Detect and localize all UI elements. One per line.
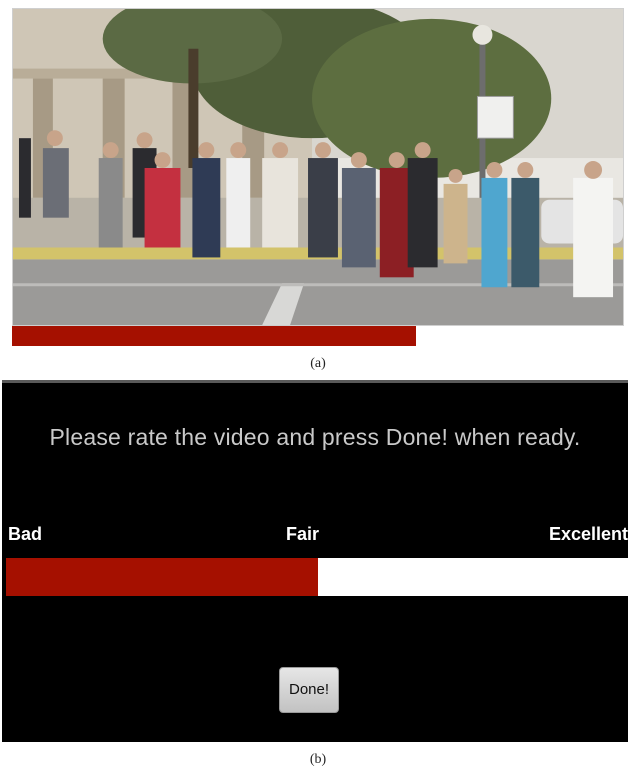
video-progress-bar <box>12 326 416 346</box>
rating-slider[interactable] <box>6 558 628 596</box>
done-button[interactable]: Done! <box>279 667 339 713</box>
scale-label-fair: Fair <box>286 524 320 544</box>
rating-screen: Please rate the video and press Done! wh… <box>2 380 628 742</box>
panel-caption-b: (b) <box>309 752 327 767</box>
rating-prompt: Please rate the video and press Done! wh… <box>49 424 581 450</box>
panel-caption-a: (a) <box>310 356 326 371</box>
video-frame <box>12 8 624 326</box>
scale-label-excellent: Excellent <box>548 524 628 544</box>
rating-slider-fill <box>6 558 318 596</box>
crowd-crossing-street-image <box>13 9 623 325</box>
divider <box>2 380 628 383</box>
scale-label-bad: Bad <box>8 524 43 544</box>
